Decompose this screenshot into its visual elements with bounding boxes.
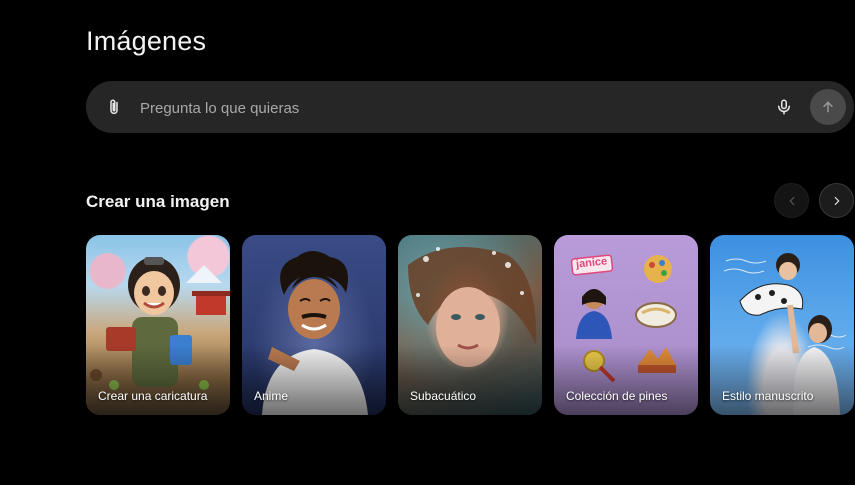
- page-title: Imágenes: [86, 26, 207, 56]
- card-label: Crear una caricatura: [98, 389, 208, 403]
- chevron-right-icon: [834, 196, 839, 205]
- prompt-composer: [86, 81, 854, 133]
- card-label: Anime: [254, 389, 289, 403]
- card-label: Colección de pines: [566, 389, 668, 403]
- card-gradient: [710, 345, 854, 415]
- attach-button[interactable]: [100, 93, 128, 121]
- send-button[interactable]: [810, 89, 846, 125]
- card-label: Subacuático: [410, 389, 477, 403]
- card-gradient: [554, 345, 698, 415]
- carousel-prev-button[interactable]: [774, 183, 809, 218]
- style-card-pins[interactable]: janice Colección de pines: [554, 235, 698, 415]
- prompt-input[interactable]: [138, 95, 742, 121]
- microphone-button[interactable]: [770, 93, 798, 121]
- section-title: Crear una imagen: [86, 192, 230, 211]
- style-card-handwritten[interactable]: Estilo manuscrito: [710, 235, 854, 415]
- style-card-caricature[interactable]: Crear una caricatura: [86, 235, 230, 415]
- style-card-anime[interactable]: Anime: [242, 235, 386, 415]
- arrow-up-icon: [823, 101, 833, 113]
- image-style-carousel: Crear una caricatura Anime Subacuático j…: [86, 235, 855, 415]
- card-gradient: [398, 345, 542, 415]
- images-page: Imágenes Crear una imagen: [0, 0, 855, 485]
- card-gradient: [86, 345, 230, 415]
- chevron-left-icon: [789, 196, 794, 205]
- microphone-icon: [778, 99, 790, 115]
- paperclip-icon: [110, 99, 118, 115]
- style-card-underwater[interactable]: Subacuático: [398, 235, 542, 415]
- carousel-next-button[interactable]: [819, 183, 854, 218]
- card-gradient: [242, 345, 386, 415]
- card-label: Estilo manuscrito: [722, 389, 814, 403]
